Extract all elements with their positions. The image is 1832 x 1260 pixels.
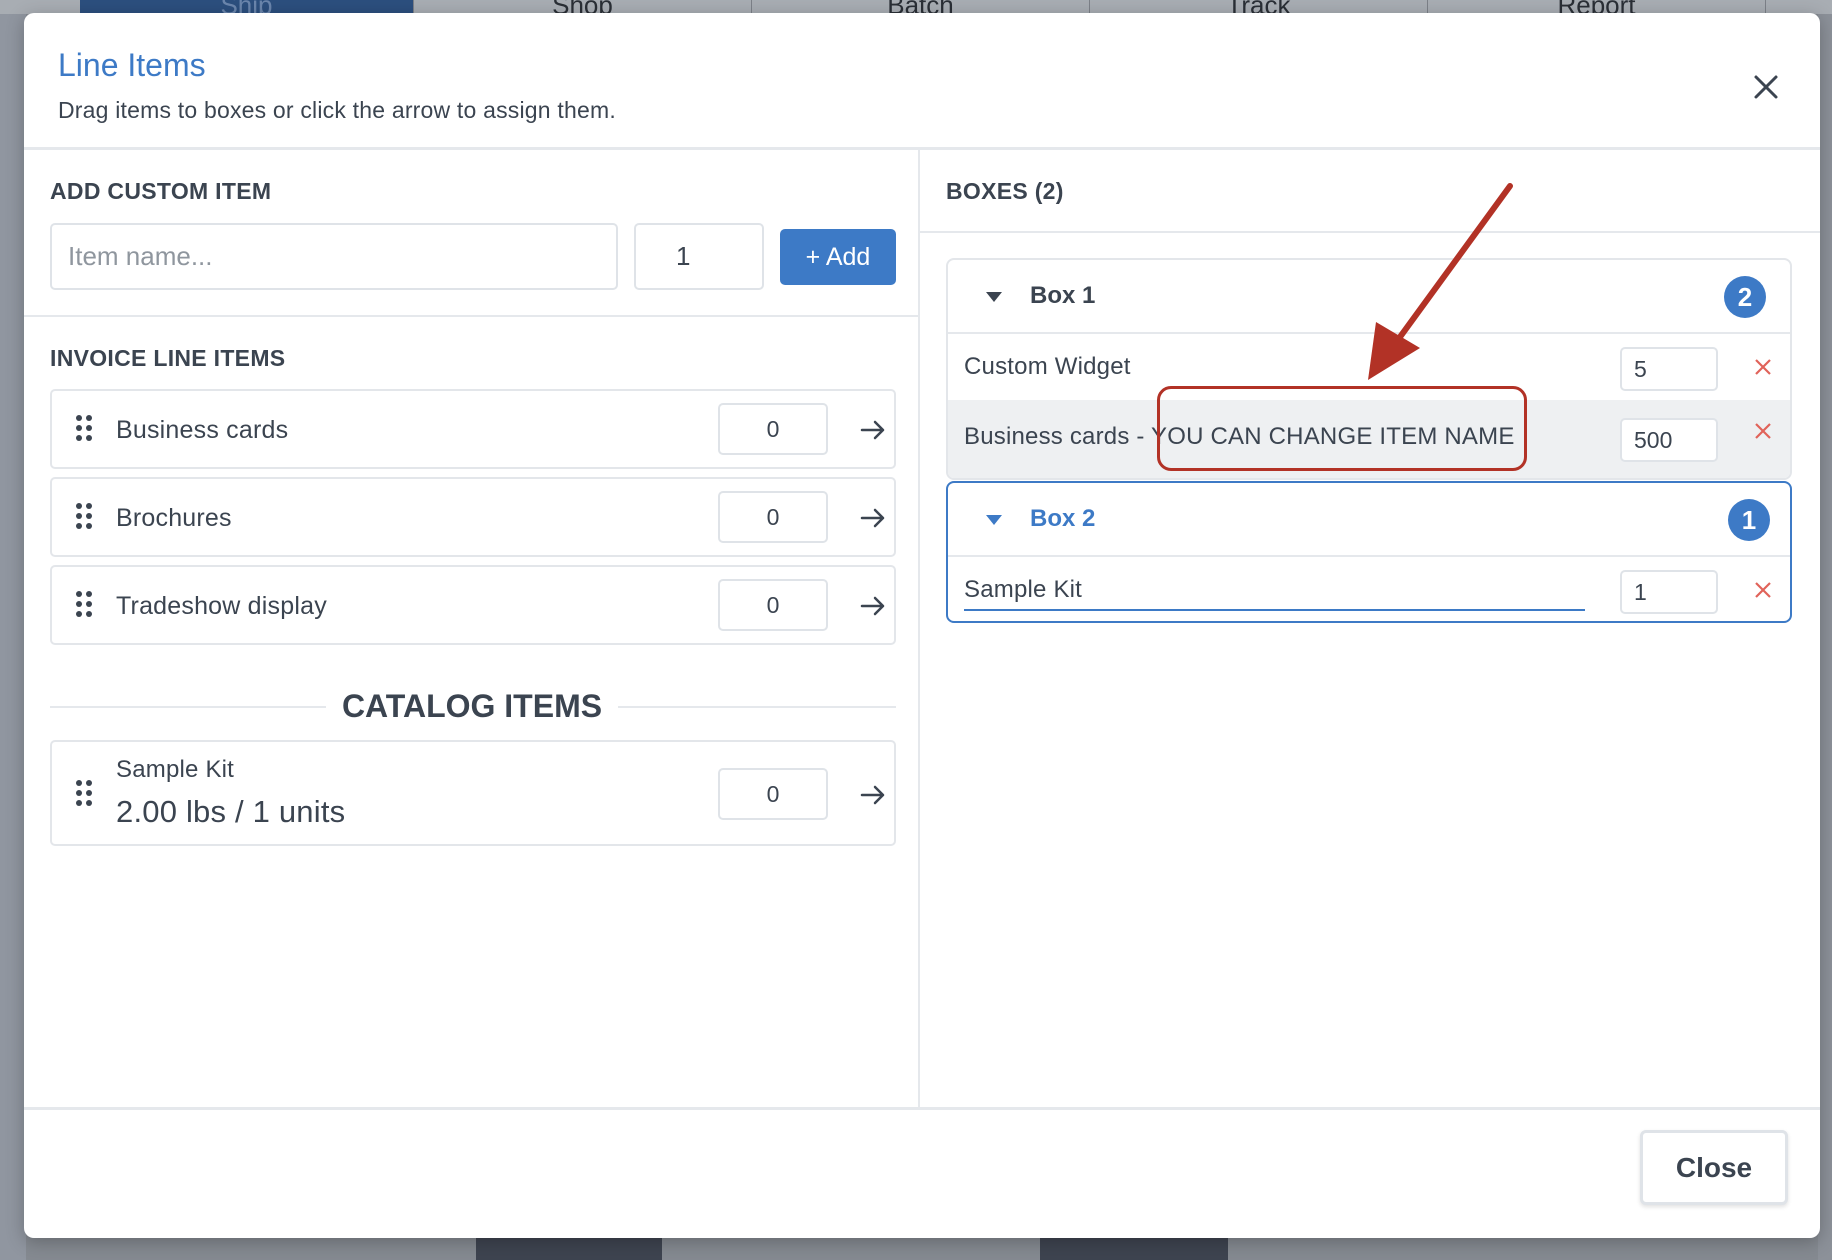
invoice-item-card[interactable]: Business cards bbox=[50, 389, 896, 469]
modal-header: Line Items Drag items to boxes or click … bbox=[24, 13, 1820, 150]
drag-handle-icon[interactable] bbox=[76, 415, 94, 443]
remove-icon[interactable] bbox=[1752, 579, 1774, 601]
invoice-item-name: Business cards bbox=[116, 416, 289, 444]
arrow-right-icon[interactable] bbox=[858, 415, 888, 445]
divider bbox=[24, 315, 920, 317]
drag-handle-icon[interactable] bbox=[76, 780, 94, 808]
custom-item-qty-input[interactable] bbox=[634, 223, 764, 290]
invoice-item-card[interactable]: Brochures bbox=[50, 477, 896, 557]
invoice-item-name: Brochures bbox=[116, 504, 232, 532]
caret-down-icon[interactable] bbox=[986, 292, 1002, 302]
line-items-modal: Line Items Drag items to boxes or click … bbox=[24, 13, 1820, 1238]
box-item-count-badge: 1 bbox=[1728, 499, 1770, 541]
background-tab-bar: Ship Shop Batch Track Report bbox=[0, 0, 1832, 20]
remove-icon[interactable] bbox=[1752, 356, 1774, 378]
invoice-item-qty[interactable] bbox=[718, 491, 828, 543]
annotation-highlight-box bbox=[1157, 386, 1527, 471]
box-card[interactable]: Box 2 1 Sample Kit bbox=[946, 481, 1792, 623]
background-tab-track: Track bbox=[1090, 0, 1428, 20]
arrow-right-icon[interactable] bbox=[858, 503, 888, 533]
background-tab-report: Report bbox=[1428, 0, 1766, 20]
catalog-item-detail: 2.00 lbs / 1 units bbox=[116, 794, 346, 829]
invoice-item-card[interactable]: Tradeshow display bbox=[50, 565, 896, 645]
background-bottom-bar bbox=[476, 1238, 662, 1260]
modal-title: Line Items bbox=[58, 47, 206, 83]
invoice-item-qty[interactable] bbox=[718, 579, 828, 631]
modal-subtitle: Drag items to boxes or click the arrow t… bbox=[58, 97, 616, 123]
invoice-item-name: Tradeshow display bbox=[116, 592, 327, 620]
background-bottom-bar bbox=[1040, 1238, 1228, 1260]
background-right-edge bbox=[1818, 14, 1832, 1260]
boxes-heading: BOXES (2) bbox=[946, 178, 1064, 204]
box-item-name[interactable]: Custom Widget bbox=[964, 353, 1131, 381]
box-name: Box 1 bbox=[1030, 282, 1096, 309]
invoice-line-items-heading: INVOICE LINE ITEMS bbox=[50, 345, 286, 371]
name-edit-underline bbox=[964, 609, 1585, 611]
drag-handle-icon[interactable] bbox=[76, 591, 94, 619]
modal-footer bbox=[24, 1107, 1820, 1238]
catalog-item-qty[interactable] bbox=[718, 768, 828, 820]
caret-down-icon[interactable] bbox=[986, 515, 1002, 525]
box-item-name[interactable]: Sample Kit bbox=[964, 576, 1082, 604]
drag-handle-icon[interactable] bbox=[76, 503, 94, 531]
background-left-edge bbox=[0, 14, 26, 1260]
remove-icon[interactable] bbox=[1752, 420, 1774, 442]
box-item-qty[interactable] bbox=[1620, 347, 1718, 391]
arrow-right-icon[interactable] bbox=[858, 591, 888, 621]
box-name: Box 2 bbox=[1030, 505, 1096, 532]
box-item-row: Sample Kit bbox=[948, 559, 1790, 621]
box-item-qty[interactable] bbox=[1620, 570, 1718, 614]
custom-item-name-input[interactable] bbox=[50, 223, 618, 290]
box-item-qty[interactable] bbox=[1620, 418, 1718, 462]
catalog-items-heading: CATALOG ITEMS bbox=[24, 688, 920, 725]
annotation-arrow-icon bbox=[1368, 183, 1513, 380]
close-icon[interactable] bbox=[1746, 67, 1786, 107]
box-header[interactable]: Box 2 1 bbox=[948, 483, 1790, 557]
invoice-item-qty[interactable] bbox=[718, 403, 828, 455]
add-custom-item-heading: ADD CUSTOM ITEM bbox=[50, 178, 272, 204]
background-tab-shop: Shop bbox=[414, 0, 752, 20]
add-custom-item-button[interactable]: + Add bbox=[780, 229, 896, 285]
catalog-item-name: Sample Kit bbox=[116, 756, 235, 783]
background-tab-ship: Ship bbox=[80, 0, 414, 20]
catalog-item-card[interactable]: Sample Kit 2.00 lbs / 1 units bbox=[50, 740, 896, 846]
close-button[interactable]: Close bbox=[1640, 1130, 1788, 1205]
background-tab-batch: Batch bbox=[752, 0, 1090, 20]
arrow-right-icon[interactable] bbox=[858, 780, 888, 810]
box-item-count-badge: 2 bbox=[1724, 276, 1766, 318]
